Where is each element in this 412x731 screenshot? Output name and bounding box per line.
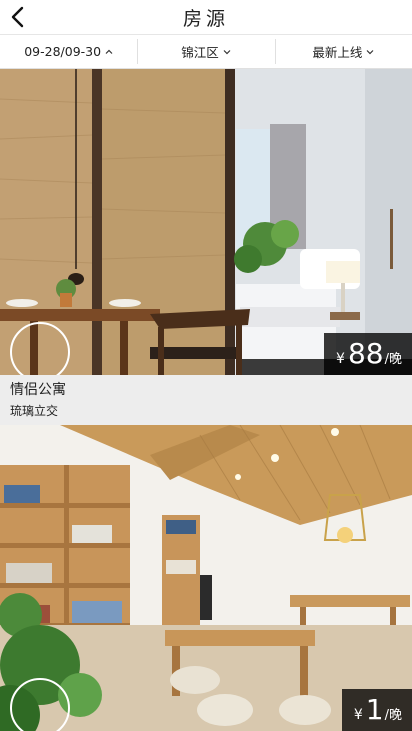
- price-tag: ¥ 88 /晚: [324, 333, 412, 375]
- price-tag: ¥ 1 /晚: [341, 689, 412, 731]
- listing-card[interactable]: ¥ 1 /晚: [0, 425, 412, 731]
- listing-photo: [0, 69, 412, 375]
- price-unit: /晚: [384, 352, 402, 367]
- top-bar: 房源: [0, 0, 412, 35]
- district-filter-label: 锦江区: [181, 45, 219, 60]
- avatar-ring: [10, 322, 70, 375]
- price-amount: 88: [347, 337, 384, 370]
- listing-card[interactable]: ¥ 88 /晚: [0, 69, 412, 375]
- listing-info[interactable]: 情侣公寓 琉璃立交: [0, 375, 412, 425]
- page-title: 房源: [182, 8, 229, 30]
- price-currency: ¥: [353, 707, 363, 723]
- filter-bar: 09-28/09-30 锦江区 最新上线: [0, 35, 412, 69]
- price-currency: ¥: [336, 351, 345, 367]
- chevron-down-icon: [366, 49, 374, 54]
- date-filter[interactable]: 09-28/09-30: [0, 35, 137, 68]
- listing-name: 情侣公寓: [10, 382, 66, 398]
- chevron-up-icon: [105, 49, 113, 54]
- district-filter[interactable]: 锦江区: [137, 35, 274, 68]
- chevron-down-icon: [223, 49, 231, 54]
- listing-location: 琉璃立交: [10, 404, 59, 418]
- sort-filter-label: 最新上线: [312, 45, 363, 60]
- listing-photo: [0, 425, 412, 731]
- avatar-ring: [10, 678, 70, 731]
- date-filter-label: 09-28/09-30: [24, 44, 102, 59]
- sort-filter[interactable]: 最新上线: [274, 35, 412, 68]
- price-unit: /晚: [384, 708, 402, 723]
- price-amount: 1: [365, 693, 384, 726]
